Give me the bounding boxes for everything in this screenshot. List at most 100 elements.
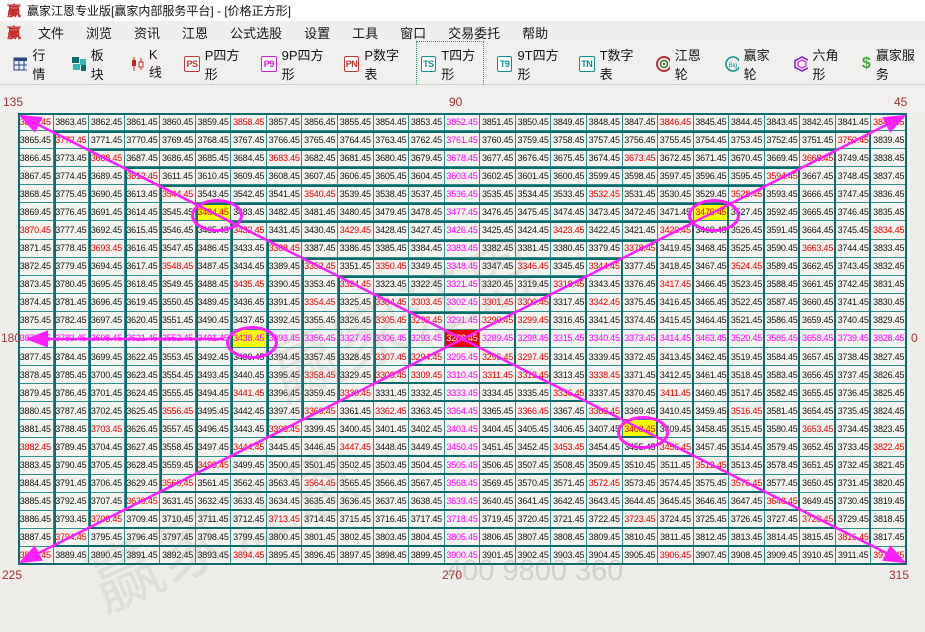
price-cell-2-16[interactable]: 3702.45: [89, 402, 125, 420]
price-cell-16-5[interactable]: 3473.45: [587, 203, 623, 221]
price-cell-11-3[interactable]: 3604.45: [409, 167, 445, 185]
price-cell-9-17[interactable]: 3400.45: [338, 420, 374, 438]
menu-item-1[interactable]: 浏览: [75, 23, 123, 42]
price-cell-24-13[interactable]: 3827.45: [871, 348, 907, 366]
price-cell-0-6[interactable]: 3870.45: [18, 221, 54, 239]
price-cell-19-0[interactable]: 3845.45: [694, 113, 730, 131]
price-cell-16-14[interactable]: 3338.45: [587, 366, 623, 384]
price-cell-8-17[interactable]: 3399.45: [302, 420, 338, 438]
price-cell-20-21[interactable]: 3647.45: [729, 493, 765, 511]
menu-item-7[interactable]: 窗口: [389, 23, 437, 42]
price-cell-11-18[interactable]: 3449.45: [409, 438, 445, 456]
price-cell-1-22[interactable]: 3793.45: [54, 511, 90, 529]
price-cell-8-1[interactable]: 3765.45: [302, 131, 338, 149]
price-cell-17-19[interactable]: 3510.45: [623, 457, 659, 475]
price-cell-0-24[interactable]: 3888.45: [18, 547, 54, 565]
price-cell-13-6[interactable]: 3425.45: [480, 221, 516, 239]
price-cell-3-1[interactable]: 3770.45: [125, 131, 161, 149]
price-cell-6-0[interactable]: 3858.45: [231, 113, 267, 131]
price-cell-21-6[interactable]: 3591.45: [765, 221, 801, 239]
price-cell-5-6[interactable]: 3485.45: [196, 221, 232, 239]
price-cell-1-18[interactable]: 3789.45: [54, 438, 90, 456]
toolbar-item-12[interactable]: $赢家服务: [859, 43, 919, 85]
menu-item-3[interactable]: 江恩: [171, 23, 219, 42]
price-cell-21-15[interactable]: 3582.45: [765, 384, 801, 402]
price-cell-10-6[interactable]: 3428.45: [374, 221, 410, 239]
price-cell-10-13[interactable]: 3307.45: [374, 348, 410, 366]
price-cell-21-2[interactable]: 3669.45: [765, 149, 801, 167]
price-cell-12-6[interactable]: 3426.45: [445, 221, 481, 239]
price-cell-21-9[interactable]: 3588.45: [765, 276, 801, 294]
price-cell-18-20[interactable]: 3574.45: [658, 475, 694, 493]
price-cell-23-20[interactable]: 3731.45: [836, 475, 872, 493]
toolbar-item-11[interactable]: 六角形: [790, 43, 847, 85]
price-cell-14-4[interactable]: 3534.45: [516, 185, 552, 203]
toolbar-item-1[interactable]: 板块: [68, 43, 114, 85]
price-cell-10-9[interactable]: 3323.45: [374, 276, 410, 294]
price-cell-17-10[interactable]: 3375.45: [623, 294, 659, 312]
price-cell-16-18[interactable]: 3454.45: [587, 438, 623, 456]
price-cell-24-8[interactable]: 3832.45: [871, 258, 907, 276]
price-cell-12-18[interactable]: 3450.45: [445, 438, 481, 456]
price-cell-1-4[interactable]: 3775.45: [54, 185, 90, 203]
price-cell-21-8[interactable]: 3589.45: [765, 258, 801, 276]
price-cell-5-0[interactable]: 3859.45: [196, 113, 232, 131]
price-cell-23-10[interactable]: 3741.45: [836, 294, 872, 312]
price-cell-8-14[interactable]: 3358.45: [302, 366, 338, 384]
price-cell-14-22[interactable]: 3720.45: [516, 511, 552, 529]
price-cell-13-0[interactable]: 3851.45: [480, 113, 516, 131]
price-cell-11-11[interactable]: 3292.45: [409, 312, 445, 330]
price-cell-20-20[interactable]: 3576.45: [729, 475, 765, 493]
price-cell-23-9[interactable]: 3742.45: [836, 276, 872, 294]
price-cell-24-11[interactable]: 3829.45: [871, 312, 907, 330]
price-cell-16-1[interactable]: 3757.45: [587, 131, 623, 149]
price-cell-17-7[interactable]: 3378.45: [623, 240, 659, 258]
price-cell-5-19[interactable]: 3498.45: [196, 457, 232, 475]
price-cell-21-24[interactable]: 3909.45: [765, 547, 801, 565]
price-cell-24-0[interactable]: 3840.45: [871, 113, 907, 131]
toolbar-item-9[interactable]: 江恩轮: [652, 43, 709, 85]
price-cell-4-16[interactable]: 3556.45: [160, 402, 196, 420]
price-cell-1-14[interactable]: 3785.45: [54, 366, 90, 384]
price-cell-13-13[interactable]: 3296.45: [480, 348, 516, 366]
price-cell-18-24[interactable]: 3906.45: [658, 547, 694, 565]
price-cell-3-9[interactable]: 3618.45: [125, 276, 161, 294]
price-cell-7-3[interactable]: 3608.45: [267, 167, 303, 185]
price-cell-17-1[interactable]: 3756.45: [623, 131, 659, 149]
price-cell-0-19[interactable]: 3883.45: [18, 457, 54, 475]
price-cell-10-22[interactable]: 3716.45: [374, 511, 410, 529]
price-cell-22-21[interactable]: 3649.45: [800, 493, 836, 511]
price-cell-19-2[interactable]: 3671.45: [694, 149, 730, 167]
price-cell-10-21[interactable]: 3637.45: [374, 493, 410, 511]
price-cell-9-9[interactable]: 3324.45: [338, 276, 374, 294]
price-cell-7-17[interactable]: 3398.45: [267, 420, 303, 438]
price-cell-0-12[interactable]: 3876.45: [18, 330, 54, 348]
price-cell-17-2[interactable]: 3673.45: [623, 149, 659, 167]
price-cell-9-12[interactable]: 3327.45: [338, 330, 374, 348]
price-cell-17-6[interactable]: 3421.45: [623, 221, 659, 239]
price-cell-11-9[interactable]: 3322.45: [409, 276, 445, 294]
price-cell-23-8[interactable]: 3743.45: [836, 258, 872, 276]
price-cell-20-1[interactable]: 3753.45: [729, 131, 765, 149]
price-cell-4-22[interactable]: 3710.45: [160, 511, 196, 529]
price-cell-7-24[interactable]: 3895.45: [267, 547, 303, 565]
price-cell-13-8[interactable]: 3347.45: [480, 258, 516, 276]
price-cell-1-5[interactable]: 3776.45: [54, 203, 90, 221]
price-cell-23-14[interactable]: 3737.45: [836, 366, 872, 384]
price-cell-22-10[interactable]: 3660.45: [800, 294, 836, 312]
price-cell-21-3[interactable]: 3594.45: [765, 167, 801, 185]
price-cell-24-24[interactable]: 3912.45: [871, 547, 907, 565]
price-cell-16-16[interactable]: 3368.45: [587, 402, 623, 420]
price-cell-2-5[interactable]: 3691.45: [89, 203, 125, 221]
price-cell-14-23[interactable]: 3807.45: [516, 529, 552, 547]
price-cell-23-22[interactable]: 3729.45: [836, 511, 872, 529]
price-cell-1-15[interactable]: 3786.45: [54, 384, 90, 402]
price-cell-5-14[interactable]: 3493.45: [196, 366, 232, 384]
price-cell-15-19[interactable]: 3508.45: [551, 457, 587, 475]
price-cell-11-22[interactable]: 3717.45: [409, 511, 445, 529]
price-cell-17-21[interactable]: 3644.45: [623, 493, 659, 511]
price-cell-24-14[interactable]: 3826.45: [871, 366, 907, 384]
toolbar-item-6[interactable]: TST四方形: [418, 43, 482, 85]
price-cell-21-0[interactable]: 3843.45: [765, 113, 801, 131]
price-cell-16-4[interactable]: 3532.45: [587, 185, 623, 203]
